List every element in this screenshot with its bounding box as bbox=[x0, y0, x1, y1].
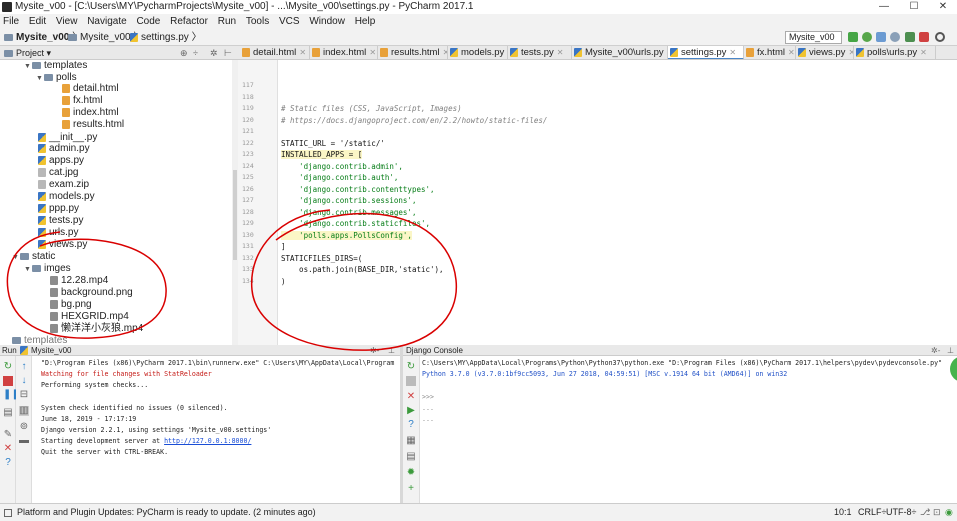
annotation-overlay bbox=[6, 209, 458, 351]
annotation-circle-code bbox=[250, 209, 458, 351]
annotation-circle-tree bbox=[6, 231, 167, 339]
